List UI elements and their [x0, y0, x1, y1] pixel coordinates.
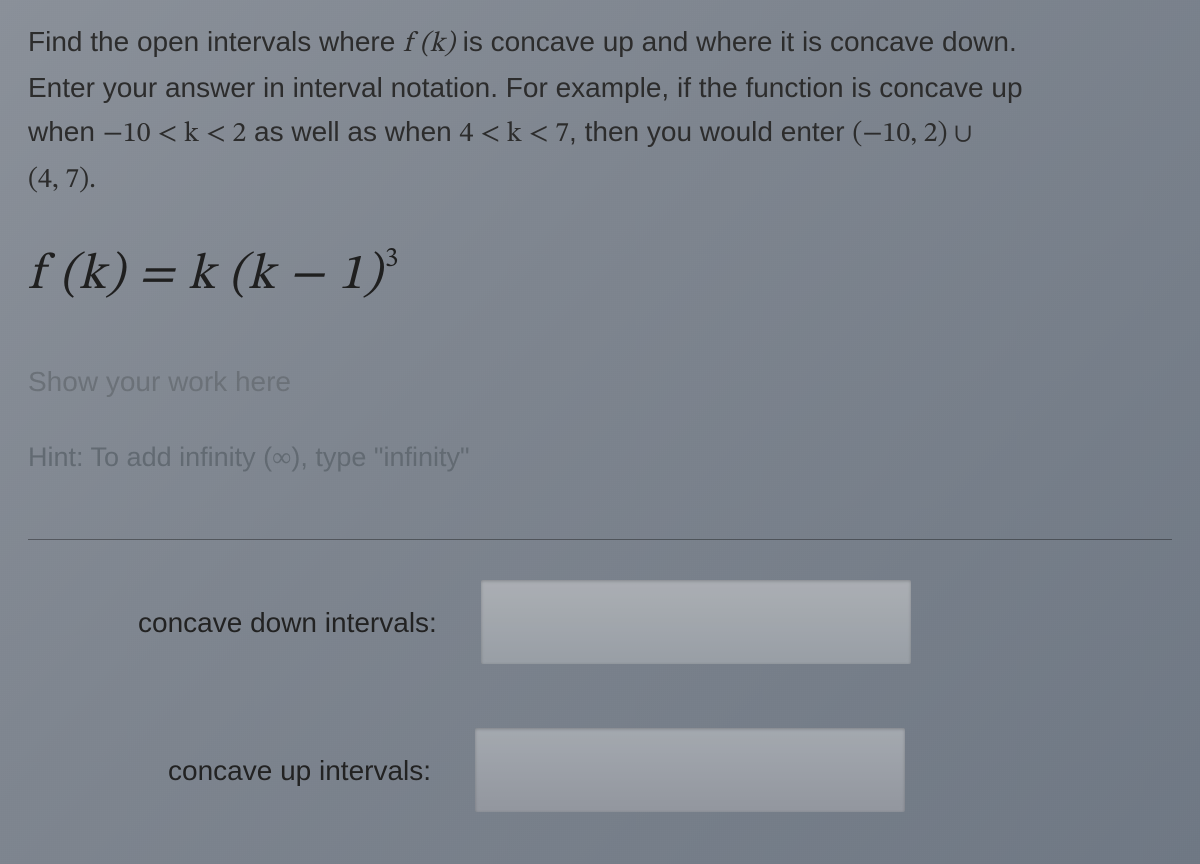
instr-text: as well as when — [246, 116, 459, 147]
fk-inline: f (k) — [403, 30, 455, 58]
concave-down-input[interactable] — [481, 580, 911, 664]
instr-text: when — [28, 116, 103, 147]
instr-text: is concave up and where it is concave do… — [455, 26, 1017, 57]
formula-exp: 3 — [385, 245, 400, 273]
formula-lhs: f (k) = k (k − 1) — [28, 250, 383, 300]
answer-block: concave down intervals: concave up inter… — [28, 580, 1172, 812]
concave-up-row: concave up intervals: — [138, 728, 1172, 812]
instr-text: Find the open intervals where — [28, 26, 403, 57]
interval-ex: (−10, 2) ∪ — [852, 120, 972, 148]
concave-up-label: concave up intervals: — [138, 749, 431, 792]
infinity-symbol: ∞ — [272, 442, 291, 472]
separator-line — [28, 539, 1172, 540]
concave-down-row: concave down intervals: — [138, 580, 1172, 664]
cond1: −10 < k < 2 — [103, 120, 247, 148]
instr-text: , then you would enter — [569, 116, 852, 147]
interval-ex2: (4, 7). — [28, 166, 96, 194]
show-work-placeholder[interactable]: Show your work here — [28, 360, 1172, 403]
problem-instructions: Find the open intervals where f (k) is c… — [28, 20, 1172, 203]
hint-a: Hint: To add infinity ( — [28, 442, 272, 472]
concave-up-input[interactable] — [475, 728, 905, 812]
function-formula: f (k) = k (k − 1)3 — [28, 237, 1172, 315]
cond2: 4 < k < 7 — [460, 120, 570, 148]
instr-text: Enter your answer in interval notation. … — [28, 72, 1023, 103]
hint-b: ), type "infinity" — [291, 442, 469, 472]
hint-text: Hint: To add infinity (∞), type "infinit… — [28, 437, 1172, 479]
concave-down-label: concave down intervals: — [138, 601, 437, 644]
